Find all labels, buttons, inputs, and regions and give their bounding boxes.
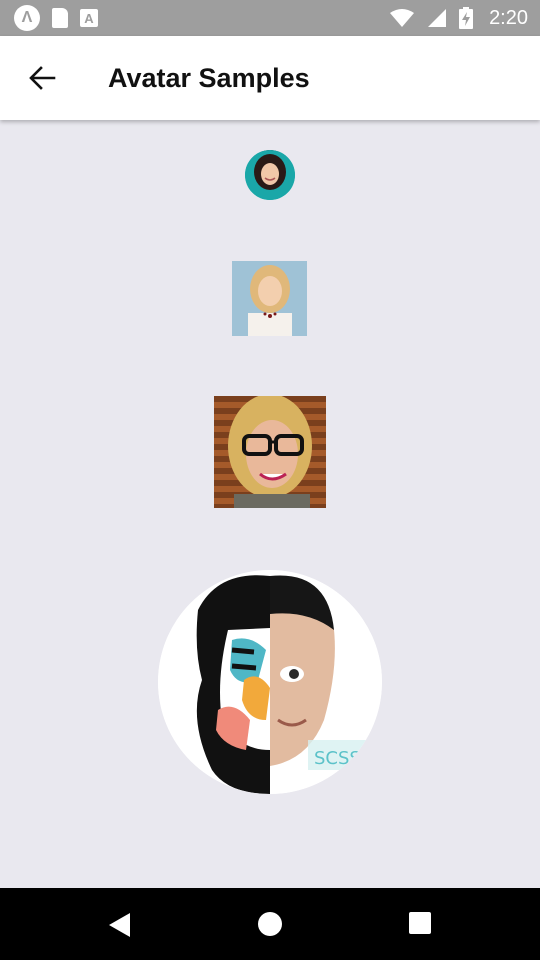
avatar-photo: SCSS (158, 570, 382, 794)
svg-text:SCSS: SCSS (314, 748, 361, 769)
nav-back-button[interactable] (108, 912, 132, 943)
nav-recents-icon[interactable] (409, 912, 431, 934)
status-left: Λ A (14, 5, 98, 31)
signal-icon (428, 9, 447, 27)
sd-card-icon (52, 8, 68, 28)
avatar-photo (228, 396, 312, 508)
arrow-back-icon (29, 66, 56, 90)
status-time: 2:20 (489, 6, 528, 29)
nav-home-icon[interactable] (258, 912, 282, 936)
text-a-icon: A (80, 9, 98, 27)
app-bar: Avatar Samples (0, 36, 540, 120)
back-button[interactable] (24, 62, 60, 94)
page-title: Avatar Samples (108, 63, 310, 93)
avatar-large-square[interactable] (214, 396, 326, 508)
wifi-icon (390, 9, 415, 27)
avatar-photo (245, 150, 295, 200)
avatar-photo (232, 261, 307, 336)
status-bar: Λ A 2:20 (0, 0, 540, 36)
battery-charging-icon (459, 7, 474, 29)
avatar-xlarge-circle[interactable]: SCSS (158, 570, 382, 794)
nav-back-icon (109, 913, 130, 937)
status-right: 2:20 (389, 7, 528, 30)
avatar-small-circle[interactable] (245, 150, 295, 200)
avatar-medium-square[interactable] (232, 261, 307, 336)
app-a-icon: Λ (14, 5, 40, 31)
